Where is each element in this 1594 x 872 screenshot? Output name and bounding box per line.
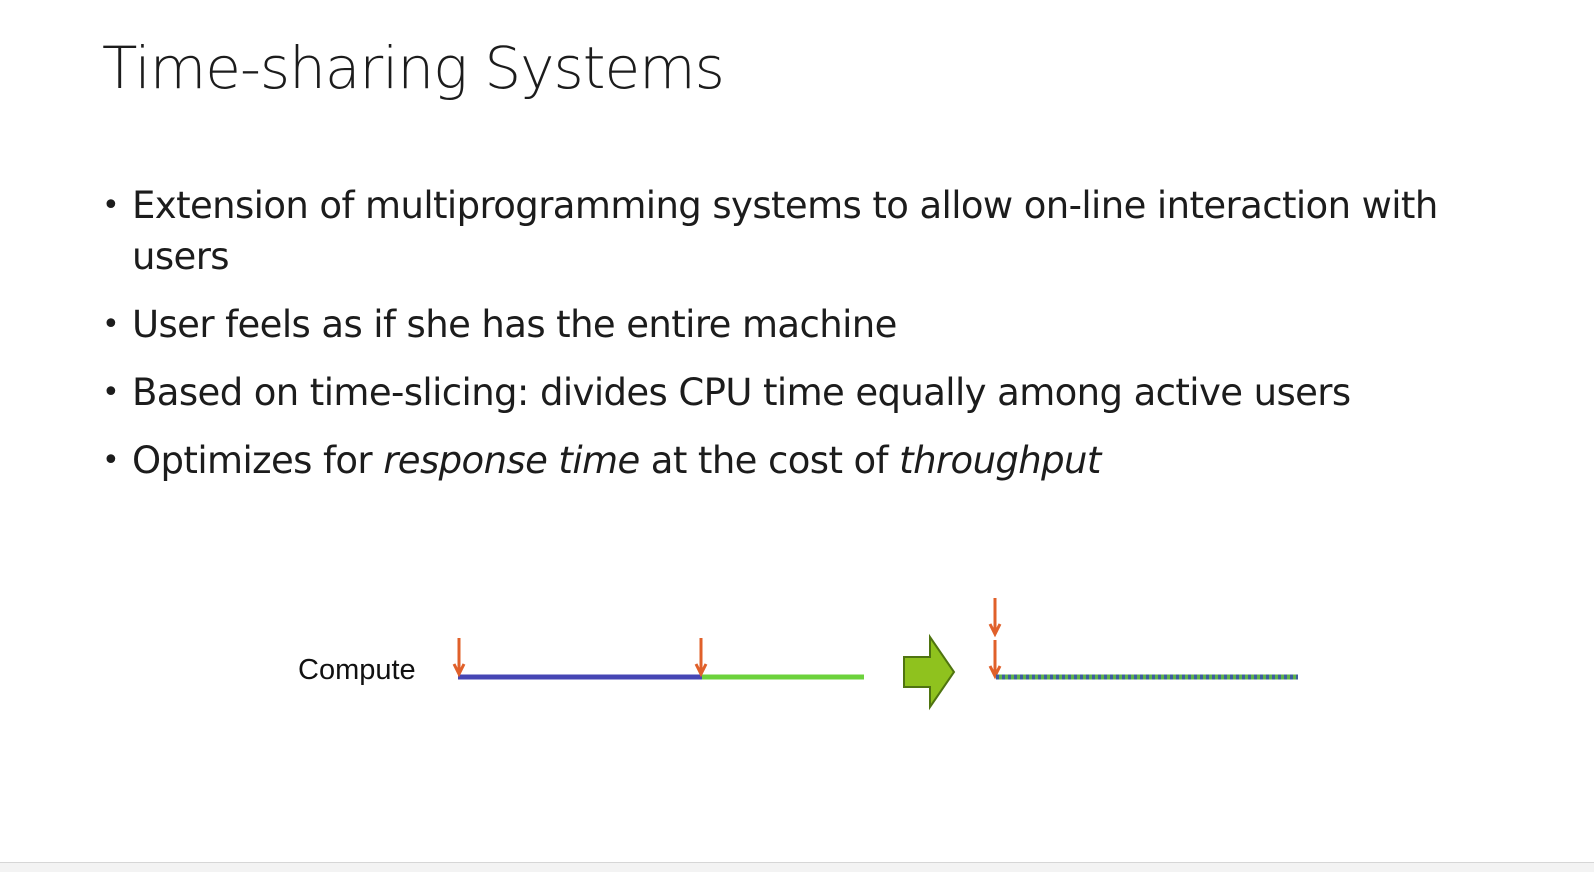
emphasized-text: throughput (899, 439, 1101, 482)
bullet-list: • Extension of multiprogramming systems t… (102, 180, 1482, 503)
bullet-text: User feels as if she has the entire mach… (132, 303, 897, 346)
bottom-divider (0, 862, 1594, 872)
bullet-icon: • (102, 443, 120, 478)
bullet-text: Based on time-slicing: divides CPU time … (132, 371, 1351, 414)
bullet-icon: • (102, 188, 120, 223)
bullet-item: • Optimizes for response time at the cost… (102, 435, 1482, 486)
arrival-arrow-icon (452, 638, 466, 678)
bullet-text: at the cost of (639, 439, 900, 482)
slide: Time-sharing Systems • Extension of multi… (0, 0, 1594, 862)
bullet-item: • Extension of multiprogramming systems t… (102, 180, 1482, 282)
bullet-item: • User feels as if she has the entire mac… (102, 299, 1482, 350)
timeline-svg (452, 598, 1298, 711)
timeline-diagram: Compute (290, 590, 1320, 730)
arrival-arrow-icon (988, 640, 1002, 680)
bullet-icon: • (102, 307, 120, 342)
bullet-item: • Based on time-slicing: divides CPU time… (102, 367, 1482, 418)
bullet-text: Extension of multiprogramming systems to… (132, 184, 1438, 278)
slide-title: Time-sharing Systems (102, 34, 725, 102)
emphasized-text: response time (383, 439, 640, 482)
arrival-arrow-icon (988, 598, 1002, 638)
arrival-arrow-icon (694, 638, 708, 678)
bullet-icon: • (102, 375, 120, 410)
transform-arrow-icon (903, 633, 956, 711)
bullet-text: Optimizes for (132, 439, 384, 482)
